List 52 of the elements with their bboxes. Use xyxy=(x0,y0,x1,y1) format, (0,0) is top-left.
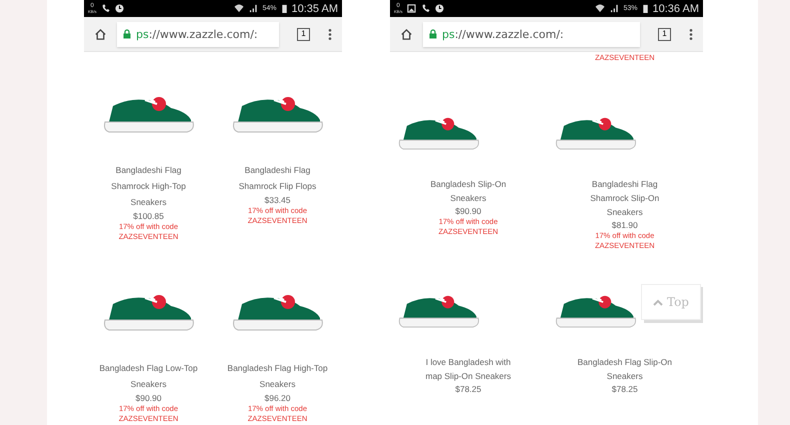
product-title[interactable]: Bangladesh Slip-On xyxy=(430,177,506,191)
product-price: $90.90 xyxy=(455,205,482,217)
product-price: $81.90 xyxy=(612,219,638,231)
phone-icon xyxy=(421,4,430,13)
product-title[interactable]: Bangladeshi Flag xyxy=(592,177,658,191)
product-title[interactable]: Sneakers xyxy=(260,376,296,392)
battery-icon xyxy=(642,4,648,13)
product-title[interactable]: Shamrock Flip Flops xyxy=(238,178,316,194)
product-title[interactable]: Bangladesh Flag Low-Top xyxy=(99,360,198,376)
product-title[interactable]: Bangladesh Flag Slip-On xyxy=(577,355,672,369)
caret-up-icon xyxy=(653,298,663,306)
address-field[interactable]: ps://www.zazzle.com/: xyxy=(423,22,640,46)
url-text: ps://www.zazzle.com/: xyxy=(136,28,258,40)
product-title[interactable]: Bangladeshi Flag xyxy=(244,162,310,178)
product-price: $33.45 xyxy=(264,194,290,206)
lock-icon xyxy=(123,29,131,39)
wifi-icon xyxy=(594,4,604,13)
address-field[interactable]: ps://www.zazzle.com/: xyxy=(117,22,279,46)
product-price: $78.25 xyxy=(612,383,638,395)
phone-icon xyxy=(101,4,110,13)
more-menu-icon[interactable] xyxy=(328,28,332,40)
battery-icon xyxy=(282,4,287,13)
url-text: ps://www.zazzle.com/: xyxy=(442,28,564,40)
tab-count-button[interactable]: 1 xyxy=(658,28,671,40)
product-title[interactable]: Sneakers xyxy=(130,376,166,392)
product-title[interactable]: map Slip-On Sneakers xyxy=(425,369,511,383)
product-title[interactable]: Shamrock High-Top xyxy=(111,178,186,194)
home-icon[interactable] xyxy=(94,28,107,40)
clock-icon xyxy=(435,4,444,13)
lock-icon xyxy=(429,29,437,39)
product-title[interactable]: Shamrock Slip-On xyxy=(590,191,660,205)
signal-icon xyxy=(248,4,258,13)
status-time: 10:36 AM xyxy=(652,2,699,14)
product-price: $96.20 xyxy=(264,392,290,404)
product-title[interactable]: Sneakers xyxy=(606,369,643,383)
product-title[interactable]: Sneakers xyxy=(130,194,166,210)
product-price: $90.90 xyxy=(136,392,162,404)
signal-icon xyxy=(610,4,618,13)
product-price: $78.25 xyxy=(455,383,482,395)
product-title[interactable]: Sneakers xyxy=(606,205,643,219)
tab-count-button[interactable]: 1 xyxy=(297,28,310,40)
product-title[interactable]: Bangladeshi Flag xyxy=(116,162,182,178)
home-icon[interactable] xyxy=(400,28,413,40)
product-title[interactable]: Sneakers xyxy=(450,191,486,205)
product-price: $100.85 xyxy=(133,210,164,222)
product-title[interactable]: I love Bangladesh with xyxy=(426,355,511,369)
more-menu-icon[interactable] xyxy=(689,28,693,40)
wifi-icon xyxy=(234,4,244,13)
product-title[interactable]: Bangladesh Flag High-Top xyxy=(227,360,328,376)
image-icon xyxy=(407,4,416,13)
clock-icon xyxy=(115,4,124,13)
status-time: 10:35 AM xyxy=(292,2,338,14)
